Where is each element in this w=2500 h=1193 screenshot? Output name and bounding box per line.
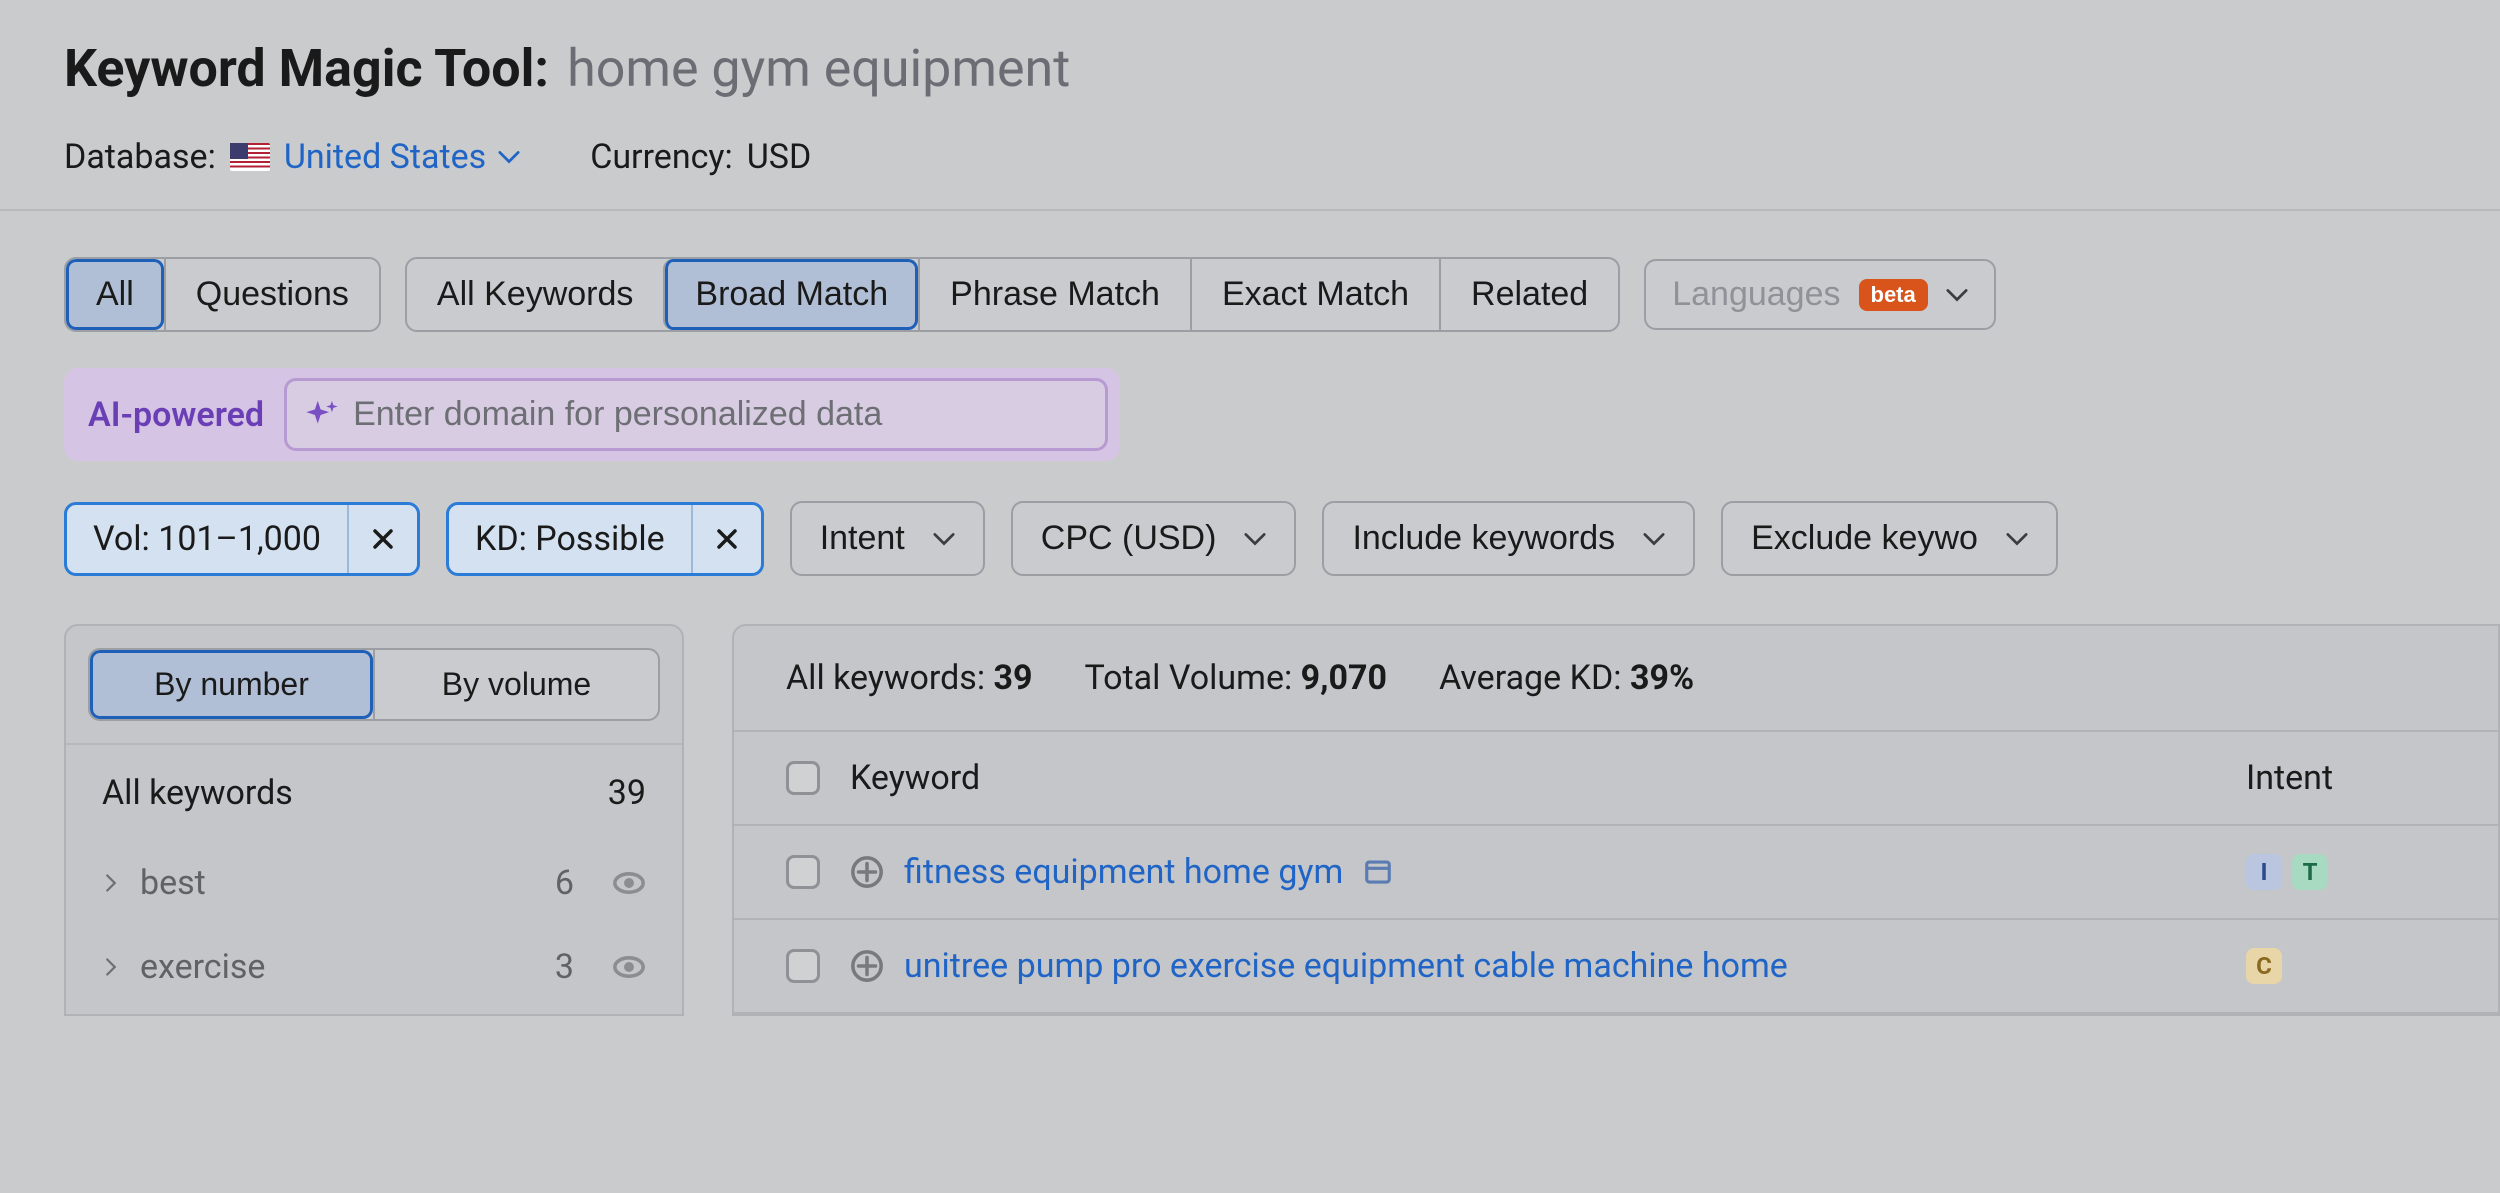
tab-exact-match[interactable]: Exact Match	[1190, 259, 1439, 330]
filter-include-keywords[interactable]: Include keywords	[1322, 501, 1695, 576]
stat-vol-label: Total Volume:	[1085, 658, 1293, 698]
close-icon	[715, 527, 739, 551]
page-title-row: Keyword Magic Tool: home gym equipment	[64, 38, 2436, 99]
add-keyword-icon[interactable]	[850, 855, 884, 889]
filter-chip-label: KD: Possible	[449, 505, 691, 573]
tab-phrase-match[interactable]: Phrase Match	[918, 259, 1190, 330]
keyword-link[interactable]: unitree pump pro exercise equipment cabl…	[904, 946, 1788, 986]
chevron-down-icon	[2006, 532, 2028, 546]
filters-row: Vol: 101–1,000 KD: Possible Intent CPC (USD…	[0, 461, 2500, 576]
domain-input[interactable]	[353, 395, 1073, 434]
chevron-down-icon	[1946, 288, 1968, 302]
stat-all-value: 39	[994, 658, 1033, 698]
sort-by-volume[interactable]: By volume	[373, 650, 658, 719]
keyword-link[interactable]: fitness equipment home gym	[904, 852, 1343, 892]
page-title: Keyword Magic Tool:	[64, 38, 549, 99]
currency-value: USD	[747, 137, 812, 177]
eye-icon[interactable]	[612, 866, 646, 900]
sidebar-group-count: 6	[555, 863, 574, 903]
sidebar: By numberBy volume All keywords 39 best 6…	[64, 624, 684, 1016]
sort-by-number[interactable]: By number	[90, 650, 373, 719]
filter-label: Exclude keywo	[1751, 519, 1978, 558]
sidebar-group-label: best	[140, 863, 535, 903]
table-header: Keyword Intent	[734, 732, 2498, 826]
results-panel: All keywords: 39 Total Volume: 9,070 Ave…	[732, 624, 2500, 1016]
row-checkbox[interactable]	[786, 855, 820, 889]
toolbar: AllQuestions All KeywordsBroad MatchPhra…	[0, 211, 2500, 332]
filter-chip[interactable]: Vol: 101–1,000	[64, 502, 420, 576]
tab-all[interactable]: All	[66, 259, 164, 330]
intent-badges: C	[2246, 948, 2446, 984]
stat-all-label: All keywords:	[786, 658, 985, 698]
sidebar-all-count: 39	[608, 773, 646, 813]
currency-label: Currency:	[590, 137, 733, 177]
intent-badge-i: I	[2246, 854, 2282, 890]
sidebar-group[interactable]: exercise 3	[66, 925, 682, 1009]
tab-group-type: AllQuestions	[64, 257, 381, 332]
chevron-right-icon	[102, 958, 120, 976]
filter-label: Intent	[820, 519, 905, 558]
filter-label: Include keywords	[1352, 519, 1615, 558]
close-icon	[371, 527, 395, 551]
serp-icon[interactable]	[1363, 857, 1393, 887]
tab-broad-match[interactable]: Broad Match	[663, 259, 918, 330]
page-header: Keyword Magic Tool: home gym equipment D…	[0, 0, 2500, 209]
sidebar-sort-toggle: By numberBy volume	[88, 648, 660, 721]
row-checkbox[interactable]	[786, 949, 820, 983]
filter-exclude-keywo[interactable]: Exclude keywo	[1721, 501, 2058, 576]
sidebar-all-label: All keywords	[102, 773, 293, 813]
intent-badge-t: T	[2292, 854, 2328, 890]
ai-powered-label: AI-powered	[88, 395, 264, 435]
table-row: unitree pump pro exercise equipment cabl…	[734, 920, 2498, 1014]
beta-badge: beta	[1859, 279, 1928, 311]
database-value: United States	[284, 137, 486, 177]
col-header-intent[interactable]: Intent	[2246, 758, 2446, 798]
select-all-checkbox[interactable]	[786, 761, 820, 795]
table-row: fitness equipment home gym IT	[734, 826, 2498, 920]
database-label: Database:	[64, 137, 216, 177]
languages-label: Languages	[1672, 275, 1840, 314]
stat-vol-value: 9,070	[1301, 658, 1387, 698]
filter-intent[interactable]: Intent	[790, 501, 985, 576]
chevron-down-icon	[498, 150, 520, 164]
tab-questions[interactable]: Questions	[164, 259, 379, 330]
sparkle-icon	[305, 398, 339, 432]
database-link[interactable]: United States	[284, 137, 520, 177]
stat-kd-value: 39%	[1630, 658, 1694, 698]
stats-row: All keywords: 39 Total Volume: 9,070 Ave…	[734, 626, 2498, 732]
sidebar-all-keywords[interactable]: All keywords 39	[66, 743, 682, 841]
filter-chip-label: Vol: 101–1,000	[67, 505, 347, 573]
currency-item: Currency: USD	[590, 137, 811, 177]
database-selector[interactable]: Database: United States	[64, 137, 520, 177]
ai-panel: AI-powered	[64, 368, 1120, 461]
add-keyword-icon[interactable]	[850, 949, 884, 983]
sidebar-group-count: 3	[555, 947, 574, 987]
us-flag-icon	[230, 143, 270, 171]
col-header-keyword[interactable]: Keyword	[850, 758, 2246, 798]
page-title-query: home gym equipment	[567, 38, 1070, 99]
chevron-down-icon	[933, 532, 955, 546]
sidebar-group-label: exercise	[140, 947, 535, 987]
filter-chip-remove[interactable]	[691, 505, 761, 573]
content: By numberBy volume All keywords 39 best 6…	[0, 576, 2500, 1016]
meta-row: Database: United States Currency: USD	[64, 137, 2436, 177]
ai-row: AI-powered	[0, 332, 2500, 461]
intent-badges: IT	[2246, 854, 2446, 890]
filter-chip-remove[interactable]	[347, 505, 417, 573]
filter-chip[interactable]: KD: Possible	[446, 502, 764, 576]
intent-badge-c: C	[2246, 948, 2282, 984]
tab-all-keywords[interactable]: All Keywords	[407, 259, 664, 330]
languages-dropdown[interactable]: Languages beta	[1644, 259, 1996, 330]
chevron-down-icon	[1643, 532, 1665, 546]
eye-icon[interactable]	[612, 950, 646, 984]
filter-label: CPC (USD)	[1041, 519, 1217, 558]
stat-kd-label: Average KD:	[1439, 658, 1621, 698]
chevron-down-icon	[1244, 532, 1266, 546]
ai-input-wrap[interactable]	[284, 378, 1108, 451]
sidebar-group[interactable]: best 6	[66, 841, 682, 925]
tab-related[interactable]: Related	[1439, 259, 1618, 330]
filter-cpc-usd[interactable]: CPC (USD)	[1011, 501, 1297, 576]
tab-group-match: All KeywordsBroad MatchPhrase MatchExact…	[405, 257, 1620, 332]
chevron-right-icon	[102, 874, 120, 892]
